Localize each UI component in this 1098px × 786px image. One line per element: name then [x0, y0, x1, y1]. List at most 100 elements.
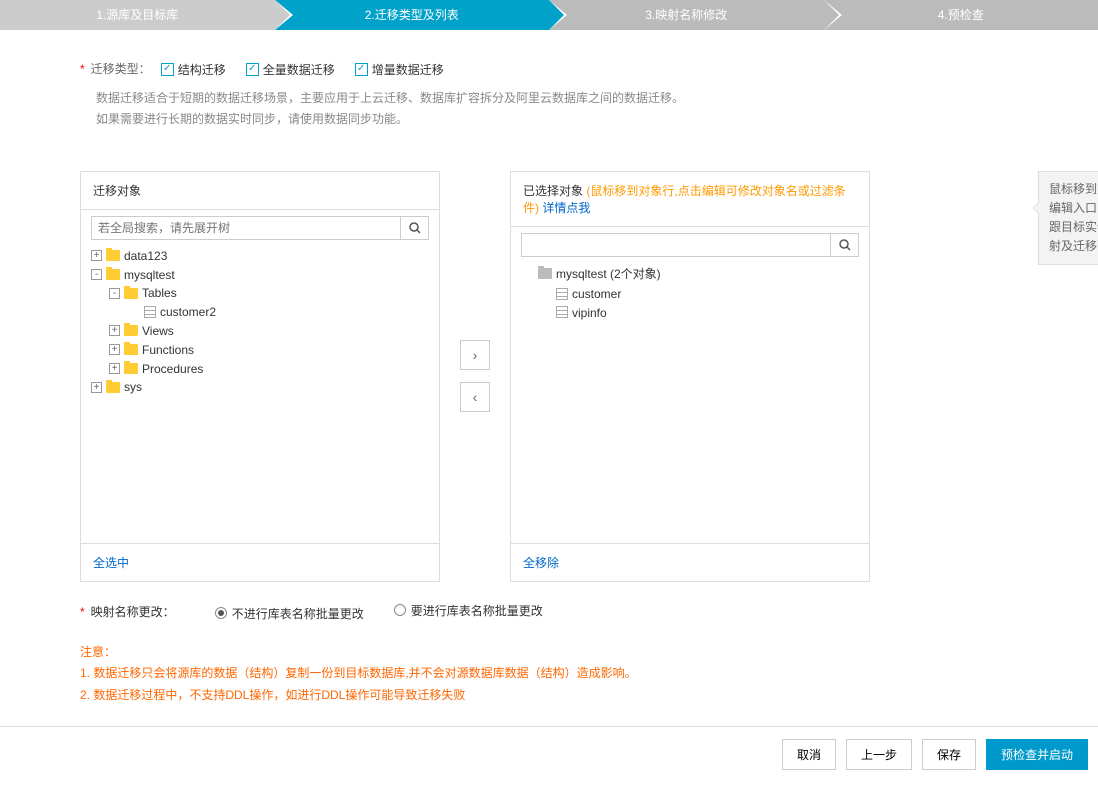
selected-tree-node[interactable]: customer [521, 284, 859, 303]
object-edit-tooltip: 鼠标移到对象上，点击编辑入口，即可配置源跟目标实例的对象名映射及迁移列选择 [1038, 171, 1098, 266]
source-panel-footer: 全选中 [81, 543, 439, 581]
source-panel-header: 迁移对象 [81, 172, 439, 210]
source-tree-node[interactable]: + Procedures [91, 359, 429, 378]
tree-toggle-icon[interactable]: - [109, 288, 120, 299]
rename-option-1[interactable]: 要进行库表名称批量更改 [394, 602, 543, 619]
notice-line1: 1. 数据迁移只会将源库的数据（结构）复制一份到目标数据库,并不会对源数据库数据… [80, 663, 1018, 685]
tree-toggle-icon[interactable]: - [91, 269, 102, 280]
select-all-link[interactable]: 全选中 [93, 556, 129, 570]
table-icon [556, 306, 568, 318]
migration-description: 数据迁移适合于短期的数据迁移场景，主要应用于上云迁移、数据库扩容拆分及阿里云数据… [96, 88, 1018, 131]
selected-tree-node[interactable]: vipinfo [521, 303, 859, 322]
source-panel-title: 迁移对象 [93, 184, 141, 198]
transfer-buttons: › ‹ [440, 171, 510, 582]
object-transfer: 迁移对象 +data123-mysqltest-Tablescustomer2+… [80, 171, 1018, 582]
migration-type-label: 迁移类型： [91, 60, 151, 77]
wizard-step-3[interactable]: 3.映射名称修改 [549, 0, 824, 30]
save-button[interactable]: 保存 [922, 739, 976, 770]
folder-icon [538, 268, 552, 279]
tree-toggle-icon[interactable]: + [109, 344, 120, 355]
folder-icon [124, 344, 138, 355]
selected-search-button[interactable] [830, 234, 858, 256]
desc-line2: 如果需要进行长期的数据实时同步，请使用数据同步功能。 [96, 109, 1018, 131]
notice-line2: 2. 数据迁移过程中，不支持DDL操作，如进行DDL操作可能导致迁移失败 [80, 685, 1018, 707]
tree-node-label: customer [572, 287, 621, 301]
move-right-button[interactable]: › [460, 340, 490, 370]
source-tree-node[interactable]: +Views [91, 321, 429, 340]
source-tree-node[interactable]: + data123 [91, 246, 429, 265]
selected-objects-panel: 已选择对象 (鼠标移到对象行,点击编辑可修改对象名或过滤条件) 详情点我 mys… [510, 171, 870, 582]
source-objects-panel: 迁移对象 +data123-mysqltest-Tablescustomer2+… [80, 171, 440, 582]
folder-icon [106, 382, 120, 393]
radio-icon [215, 607, 227, 619]
source-search-button[interactable] [400, 217, 428, 239]
migration-type-checkbox-2[interactable]: ✓ 增量数据迁移 [355, 61, 444, 78]
selected-panel-footer: 全移除 [511, 543, 869, 581]
folder-icon [124, 288, 138, 299]
checkbox-icon: ✓ [161, 63, 174, 76]
selected-tree-node[interactable]: mysqltest (2个对象) [521, 263, 859, 284]
tree-toggle-icon[interactable]: + [109, 363, 120, 374]
folder-icon [124, 363, 138, 374]
migration-type-checkbox-0[interactable]: ✓ 结构迁移 [161, 61, 226, 78]
rename-row: * 映射名称更改： 不进行库表名称批量更改 要进行库表名称批量更改 [80, 602, 1018, 622]
source-search-box [91, 216, 429, 240]
wizard-step-1[interactable]: 1.源库及目标库 [0, 0, 275, 30]
folder-icon [124, 325, 138, 336]
source-tree-node[interactable]: +sys [91, 377, 429, 396]
tree-node-label: customer2 [160, 305, 216, 319]
tree-toggle-icon[interactable]: + [91, 382, 102, 393]
selected-tree[interactable]: mysqltest (2个对象) customer vipinfo [511, 263, 869, 543]
source-tree[interactable]: +data123-mysqltest-Tablescustomer2+Views… [81, 246, 439, 543]
tree-node-label: vipinfo [572, 305, 607, 319]
precheck-button[interactable]: 预检查并启动 [986, 739, 1088, 770]
move-left-button[interactable]: ‹ [460, 382, 490, 412]
tree-node-label: Functions [142, 343, 194, 357]
checkbox-icon: ✓ [355, 63, 368, 76]
tree-node-label: Tables [142, 286, 177, 300]
prev-button[interactable]: 上一步 [846, 739, 912, 770]
rename-option-0[interactable]: 不进行库表名称批量更改 [215, 605, 364, 622]
selected-search-input[interactable] [522, 234, 830, 256]
notice-title: 注意： [80, 642, 1018, 664]
cancel-button[interactable]: 取消 [782, 739, 836, 770]
rename-label: 映射名称更改： [91, 603, 175, 620]
migration-type-checkbox-1[interactable]: ✓ 全量数据迁移 [246, 61, 335, 78]
wizard-step-2[interactable]: 2.迁移类型及列表 [275, 0, 550, 30]
tree-toggle-icon[interactable]: + [91, 250, 102, 261]
required-mark: * [80, 605, 85, 619]
checkbox-label: 全量数据迁移 [263, 61, 335, 78]
tree-node-label: mysqltest (2个对象) [556, 267, 661, 281]
folder-icon [106, 250, 120, 261]
wizard-steps: 1.源库及目标库2.迁移类型及列表3.映射名称修改4.预检查 [0, 0, 1098, 30]
checkbox-icon: ✓ [246, 63, 259, 76]
search-icon [409, 222, 421, 234]
search-icon [839, 239, 851, 251]
table-icon [556, 288, 568, 300]
footer-actions: 取消 上一步 保存 预检查并启动 [0, 726, 1098, 782]
wizard-step-4[interactable]: 4.预检查 [824, 0, 1098, 30]
selected-hint-link[interactable]: 详情点我 [542, 201, 590, 215]
required-mark: * [80, 62, 85, 76]
folder-icon [106, 269, 120, 280]
tree-node-label: data123 [124, 249, 167, 263]
selected-search-box [521, 233, 859, 257]
source-tree-node[interactable]: + Functions [91, 340, 429, 359]
selected-panel-header: 已选择对象 (鼠标移到对象行,点击编辑可修改对象名或过滤条件) 详情点我 [511, 172, 869, 227]
checkbox-label: 结构迁移 [178, 61, 226, 78]
notice-block: 注意： 1. 数据迁移只会将源库的数据（结构）复制一份到目标数据库,并不会对源数… [80, 642, 1018, 707]
source-tree-node[interactable]: customer2 [91, 302, 429, 321]
source-tree-node[interactable]: - Tables [91, 283, 429, 302]
table-icon [144, 306, 156, 318]
desc-line1: 数据迁移适合于短期的数据迁移场景，主要应用于上云迁移、数据库扩容拆分及阿里云数据… [96, 88, 1018, 110]
selected-panel-title: 已选择对象 [523, 184, 583, 198]
source-search-input[interactable] [92, 217, 400, 239]
source-tree-node[interactable]: - mysqltest [91, 265, 429, 284]
checkbox-label: 增量数据迁移 [372, 61, 444, 78]
radio-label: 要进行库表名称批量更改 [411, 602, 543, 619]
tree-toggle-icon[interactable]: + [109, 325, 120, 336]
radio-icon [394, 604, 406, 616]
remove-all-link[interactable]: 全移除 [523, 556, 559, 570]
tree-node-label: Procedures [142, 361, 203, 375]
tree-node-label: mysqltest [124, 267, 175, 281]
